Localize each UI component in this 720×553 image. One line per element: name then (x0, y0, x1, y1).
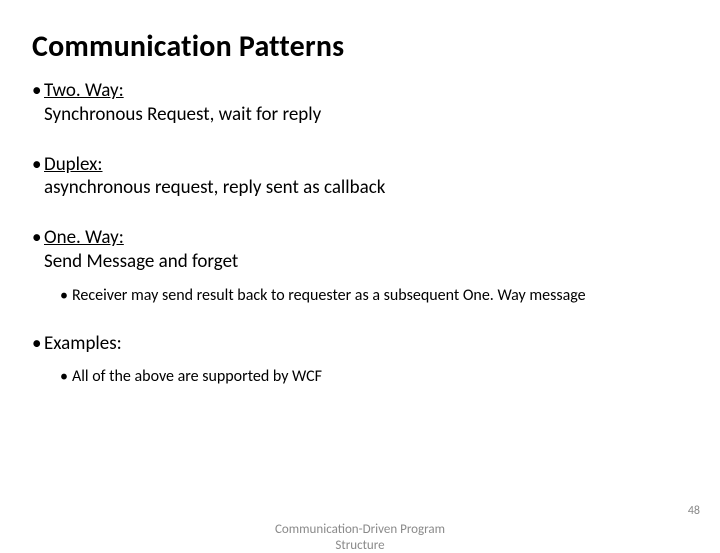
slide: Communication Patterns • Two. Way: Synch… (0, 0, 720, 540)
sub-bullet-text: All of the above are supported by WCF (72, 367, 688, 387)
sub-bullet-examples-note: • All of the above are supported by WCF (60, 367, 688, 387)
spacer (32, 306, 688, 320)
spacer (32, 127, 688, 141)
footer-line1: Communication-Driven Program (275, 522, 445, 537)
item-body: Send Message and forget (44, 250, 688, 274)
bullet-item-oneway: • One. Way: (32, 226, 688, 250)
bullet-icon: • (32, 79, 44, 103)
spacer (32, 200, 688, 214)
slide-title: Communication Patterns (32, 28, 688, 65)
item-head-text: One. Way: (44, 226, 124, 249)
slide-body: • Two. Way: Synchronous Request, wait fo… (32, 79, 688, 387)
item-head-plain: Examples: (44, 332, 688, 356)
bullet-item-twoway: • Two. Way: (32, 79, 688, 103)
item-head-text: Two. Way: (44, 79, 124, 102)
item-head: Two. Way: (44, 79, 688, 103)
bullet-item-examples: • Examples: (32, 332, 688, 356)
bullet-icon: • (32, 153, 44, 177)
sub-bullet-oneway-note: • Receiver may send result back to reque… (60, 286, 688, 306)
footer-page-number: 48 (688, 504, 700, 518)
sub-bullet-text: Receiver may send result back to request… (72, 286, 688, 306)
bullet-icon: • (60, 286, 72, 306)
item-head-text: Duplex: (44, 153, 103, 176)
item-head: One. Way: (44, 226, 688, 250)
item-head: Duplex: (44, 153, 688, 177)
footer-center: Communication-Driven Program Structure (0, 522, 720, 553)
bullet-icon: • (32, 226, 44, 250)
bullet-item-duplex: • Duplex: (32, 153, 688, 177)
bullet-icon: • (32, 332, 44, 356)
item-body: asynchronous request, reply sent as call… (44, 176, 688, 200)
item-body: Synchronous Request, wait for reply (44, 103, 688, 127)
bullet-icon: • (60, 367, 72, 387)
